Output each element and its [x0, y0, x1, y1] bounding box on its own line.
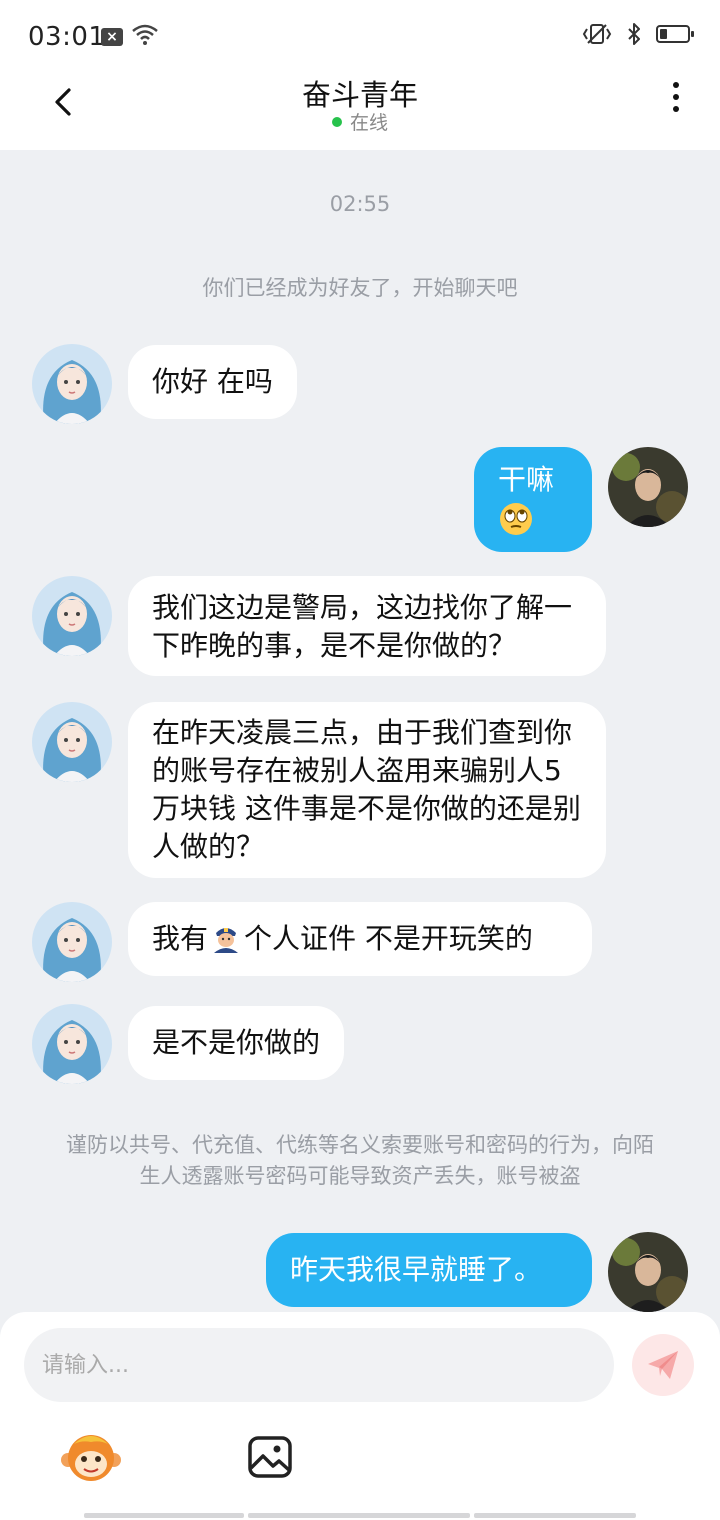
image-icon: [248, 1436, 292, 1478]
message-input[interactable]: [24, 1328, 614, 1402]
bluetooth-icon: [628, 23, 640, 45]
message-timestamp: 02:55: [329, 192, 391, 216]
paper-plane-icon: [648, 1351, 678, 1379]
message-text: 是不是你做的: [152, 1026, 321, 1059]
bottom-hint-bar: [84, 1513, 244, 1518]
online-dot-icon: [331, 116, 342, 127]
message-text: 昨天我很早就睡了。: [290, 1253, 543, 1286]
sticker-button[interactable]: [60, 1430, 122, 1486]
incoming-message-bubble[interactable]: 你好 在吗: [128, 345, 297, 419]
message-text: 干嘛: [498, 463, 555, 496]
online-status: 在线: [0, 108, 720, 135]
message-text: 你好 在吗: [152, 365, 273, 398]
status-time: 03:01: [28, 22, 106, 52]
incoming-message-bubble[interactable]: 是不是你做的: [128, 1006, 345, 1080]
message-text: 我们这边是警局，这边找你了解一下昨晚的事，是不是你做的？: [152, 591, 573, 662]
online-status-label: 在线: [349, 112, 388, 134]
more-options-button[interactable]: [666, 82, 686, 122]
message-text-after-emoji: 个人证件 不是开玩笑的: [244, 922, 533, 955]
bottom-hint-bar: [248, 1513, 470, 1518]
more-vertical-icon: [666, 82, 686, 112]
image-button[interactable]: [246, 1434, 294, 1480]
incoming-message-bubble[interactable]: 在昨天凌晨三点，由于我们查到你的账号存在被别人盗用来骗别人5万块钱 这件事是不是…: [128, 702, 606, 878]
bottom-hint-bar: [474, 1513, 636, 1518]
status-icons: [582, 22, 694, 46]
my-avatar[interactable]: [608, 447, 688, 527]
send-button[interactable]: [632, 1334, 694, 1396]
message-text-before-emoji: 我有: [152, 922, 209, 955]
contact-avatar[interactable]: [32, 576, 112, 656]
outgoing-message-bubble[interactable]: 昨天我很早就睡了。: [266, 1233, 592, 1307]
my-avatar[interactable]: [608, 1232, 688, 1312]
status-bar: 03:01 ×: [0, 0, 720, 72]
face-with-rolling-eyes-icon: [500, 503, 532, 535]
wifi-icon: [132, 24, 158, 50]
security-warning-notice: 谨防以共号、代充值、代练等名义索要账号和密码的行为，向陌生人透露账号密码可能导致…: [66, 1133, 654, 1188]
message-composer: [0, 1312, 720, 1520]
friend-added-notice: 你们已经成为好友了，开始聊天吧: [202, 276, 518, 300]
contact-avatar[interactable]: [32, 902, 112, 982]
outgoing-message-bubble[interactable]: 干嘛: [474, 447, 592, 552]
vibrate-icon: [582, 24, 612, 44]
monkey-sticker-icon: [61, 1435, 121, 1481]
chat-header: 奋斗青年 在线: [0, 72, 720, 150]
contact-avatar[interactable]: [32, 344, 112, 424]
police-officer-icon: [214, 928, 239, 953]
battery-icon: [656, 25, 694, 43]
incoming-message-bubble[interactable]: 我们这边是警局，这边找你了解一下昨晚的事，是不是你做的？: [128, 576, 606, 676]
incoming-message-bubble[interactable]: 我有 个人证件 不是开玩笑的: [128, 902, 592, 976]
notification-x-icon: ×: [101, 28, 123, 46]
message-text: 在昨天凌晨三点，由于我们查到你的账号存在被别人盗用来骗别人5万块钱 这件事是不是…: [152, 716, 581, 863]
contact-avatar[interactable]: [32, 1004, 112, 1084]
contact-avatar[interactable]: [32, 702, 112, 782]
